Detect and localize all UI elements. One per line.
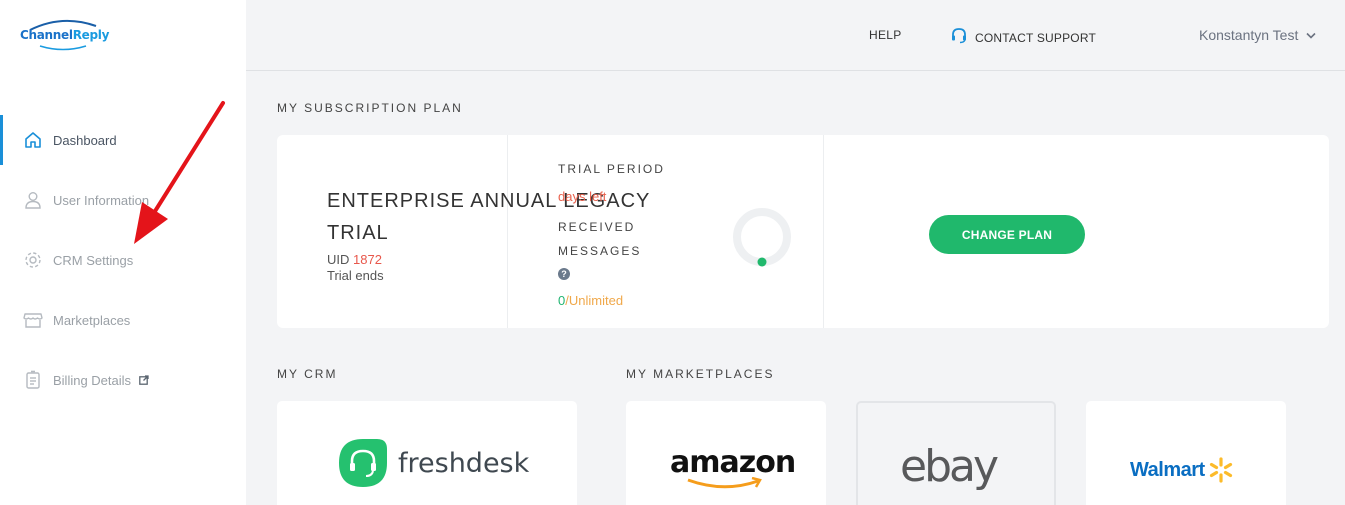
ebay-wordmark: ebay	[900, 441, 999, 492]
channelreply-logo[interactable]: ChannelReply	[20, 18, 109, 52]
marketplace-tile-amazon[interactable]: amazon	[626, 401, 826, 505]
amazon-wordmark: amazon	[670, 445, 796, 480]
change-plan-button[interactable]: CHANGE PLAN	[929, 215, 1085, 254]
marketplace-tile-ebay[interactable]: ebay	[856, 401, 1056, 505]
sidebar-item-crm-settings[interactable]: CRM Settings	[0, 230, 246, 290]
top-header: HELP CONTACT SUPPORT Konstantyn Test	[246, 0, 1345, 71]
walmart-logo: Walmart	[1130, 457, 1234, 483]
external-link-icon	[139, 375, 149, 385]
contact-support-label: CONTACT SUPPORT	[975, 30, 1097, 45]
trial-progress-donut	[733, 208, 791, 267]
logo-underline-icon	[39, 45, 87, 51]
user-icon	[22, 189, 44, 211]
amazon-logo: amazon	[670, 445, 796, 489]
uid-text: UID 1872	[327, 252, 382, 267]
marketplaces-section-title: MY MARKETPLACES	[626, 367, 775, 381]
user-name: Konstantyn Test	[1199, 27, 1299, 43]
freshdesk-icon	[339, 439, 387, 487]
chevron-down-icon	[1306, 26, 1316, 44]
ebay-logo: ebay	[900, 441, 999, 492]
headset-icon	[950, 26, 968, 49]
subscription-card: ENTERPRISE ANNUAL LEGACY TRIAL UID 1872 …	[277, 135, 1329, 328]
contact-support-link[interactable]: CONTACT SUPPORT	[950, 26, 1096, 49]
marketplace-tile-walmart[interactable]: Walmart	[1086, 401, 1286, 505]
received-messages-label: RECEIVED MESSAGES	[558, 220, 642, 258]
billing-icon	[22, 369, 44, 391]
sidebar: ChannelReply Dashboard User Information …	[0, 0, 246, 505]
sidebar-item-user-information[interactable]: User Information	[0, 170, 246, 230]
crm-section-title: MY CRM	[277, 367, 338, 381]
freshdesk-logo: freshdesk	[337, 437, 529, 489]
messages-usage: 0/Unlimited	[558, 293, 624, 308]
crm-tile-freshdesk[interactable]: freshdesk	[277, 401, 577, 505]
help-tooltip-icon[interactable]: ?	[558, 268, 570, 280]
subscription-section-title: MY SUBSCRIPTION PLAN	[277, 101, 463, 115]
store-icon	[22, 309, 44, 331]
sidebar-nav: Dashboard User Information CRM Settings …	[0, 110, 246, 410]
walmart-wordmark: Walmart	[1130, 458, 1205, 481]
divider	[823, 135, 824, 328]
days-left-text: days left	[558, 189, 607, 204]
sidebar-item-label: User Information	[53, 192, 150, 208]
freshdesk-wordmark: freshdesk	[398, 447, 530, 479]
sidebar-item-billing-details[interactable]: Billing Details	[0, 350, 246, 410]
sidebar-item-label: Billing Details	[53, 372, 132, 388]
sidebar-item-label: Dashboard	[53, 132, 117, 148]
gear-icon	[22, 249, 44, 271]
walmart-spark-icon	[1209, 457, 1232, 483]
user-menu[interactable]: Konstantyn Test	[1199, 26, 1316, 44]
home-icon	[22, 129, 44, 151]
trial-ends-text: Trial ends	[327, 268, 384, 283]
sidebar-item-marketplaces[interactable]: Marketplaces	[0, 290, 246, 350]
sidebar-item-dashboard[interactable]: Dashboard	[0, 110, 246, 170]
sidebar-item-label: Marketplaces	[53, 312, 131, 328]
sidebar-item-label: CRM Settings	[53, 252, 134, 268]
amazon-smile-icon	[687, 477, 762, 489]
logo-text: ChannelReply	[20, 28, 110, 42]
help-link[interactable]: HELP	[869, 28, 902, 42]
trial-period-label: TRIAL PERIOD	[558, 162, 665, 176]
